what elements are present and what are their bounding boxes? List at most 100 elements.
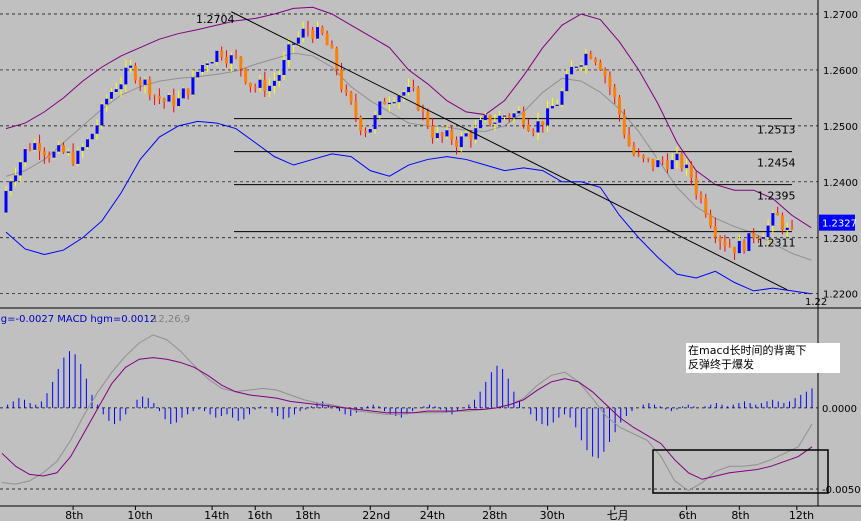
candle-body xyxy=(498,115,502,123)
candle-body xyxy=(344,89,348,93)
candle-body xyxy=(316,27,320,39)
time-label-11: 6th xyxy=(679,509,697,521)
candle-body xyxy=(95,125,99,134)
candle-body xyxy=(387,102,391,105)
candle-body xyxy=(685,164,689,169)
macd-divergence-note: 在macd长时间的背离下 反弹终于爆发 xyxy=(686,343,840,373)
time-label-9: 30th xyxy=(540,509,565,521)
candle-body xyxy=(469,133,473,140)
candle-body xyxy=(157,96,161,99)
candle-body xyxy=(119,84,123,90)
price-panel xyxy=(0,0,820,306)
candle-body xyxy=(253,87,257,89)
candle-body xyxy=(617,97,621,115)
candle-body xyxy=(277,74,281,81)
macd-header: ig=-0.0027 MACD hgm=0.0012 xyxy=(0,314,156,325)
candle-body xyxy=(713,226,717,238)
candle-body xyxy=(38,143,42,152)
candle-body xyxy=(215,50,219,62)
candle-body xyxy=(502,115,506,117)
candle-body xyxy=(378,101,382,116)
candle-body xyxy=(76,150,80,164)
time-label-2: 10th xyxy=(127,509,152,521)
candle-body xyxy=(440,133,444,137)
candle-body xyxy=(311,30,315,39)
candle-body xyxy=(455,139,459,148)
candle-body xyxy=(268,85,272,92)
candle-body xyxy=(359,116,363,131)
candle-body xyxy=(57,145,61,152)
candle-body xyxy=(661,160,665,162)
candle-body xyxy=(129,65,133,68)
chart-window: 1.2513 1.2454 1.2395 1.2311 1.2700 1.2600 1.2… xyxy=(0,0,861,521)
candle-body xyxy=(555,104,559,107)
candle-body xyxy=(694,178,698,195)
candle-body xyxy=(248,82,252,88)
candle-body xyxy=(699,194,703,198)
candle-body xyxy=(52,151,56,158)
candle-body xyxy=(335,48,339,70)
candle-body xyxy=(18,162,22,176)
candle-body xyxy=(191,77,195,95)
candle-body xyxy=(258,79,262,88)
candle-body xyxy=(114,89,118,92)
candle-body xyxy=(526,124,530,131)
candle-body xyxy=(656,160,660,168)
candle-body xyxy=(100,104,104,126)
candle-body xyxy=(229,55,233,64)
candle-body xyxy=(450,130,454,140)
candle-body xyxy=(392,102,396,104)
candle-body xyxy=(531,130,535,133)
candle-body xyxy=(670,160,674,170)
candle-body xyxy=(105,98,109,105)
candle-body xyxy=(172,95,176,107)
candle-body xyxy=(689,164,693,179)
candle-body xyxy=(637,154,641,156)
candle-body xyxy=(81,147,85,151)
time-label-1: 8th xyxy=(65,509,83,521)
time-label-5: 18th xyxy=(295,509,320,521)
candle-body xyxy=(33,143,37,150)
time-label-3: 14th xyxy=(204,509,229,521)
candle-body xyxy=(598,62,602,71)
candle-body xyxy=(776,213,780,216)
candle-body xyxy=(402,92,406,96)
candle-body xyxy=(282,59,286,75)
candle-body xyxy=(594,58,598,63)
price-tick-0: 1.2700 xyxy=(823,10,858,21)
candle-body xyxy=(23,149,27,163)
candle-body xyxy=(756,237,760,239)
candle-body xyxy=(780,215,784,230)
candle-body xyxy=(133,65,137,81)
candle-body xyxy=(201,65,205,72)
candle-body xyxy=(416,87,420,110)
note-line-1: 反弹终于爆发 xyxy=(688,358,754,371)
candle-body xyxy=(483,115,487,121)
candle-body xyxy=(512,113,516,118)
time-label-10: 七月 xyxy=(607,509,629,521)
candle-body xyxy=(9,181,13,191)
candle-body xyxy=(459,136,463,148)
candle-body xyxy=(517,110,521,114)
candle-body xyxy=(186,88,190,95)
candle-body xyxy=(138,80,142,85)
candle-body xyxy=(622,114,626,135)
candle-body xyxy=(407,86,411,93)
candle-body xyxy=(220,50,224,57)
candle-body xyxy=(85,139,89,148)
candle-body xyxy=(224,56,228,64)
candle-body xyxy=(363,130,367,133)
level-label-0: 1.2513 xyxy=(757,124,796,137)
candle-body xyxy=(354,101,358,117)
price-tick-1: 1.2600 xyxy=(823,66,858,77)
note-text: 在macd长时间的背离下 反弹终于爆发 xyxy=(688,344,838,372)
candle-body xyxy=(541,121,545,126)
candle-body xyxy=(709,214,713,227)
candle-body xyxy=(210,61,214,64)
candle-body xyxy=(560,91,564,105)
price-tick-5: 1.2200 xyxy=(823,290,858,301)
candle-body xyxy=(167,95,171,102)
candle-body xyxy=(570,66,574,75)
level-label-2: 1.2395 xyxy=(757,190,796,203)
candle-body xyxy=(71,151,75,164)
